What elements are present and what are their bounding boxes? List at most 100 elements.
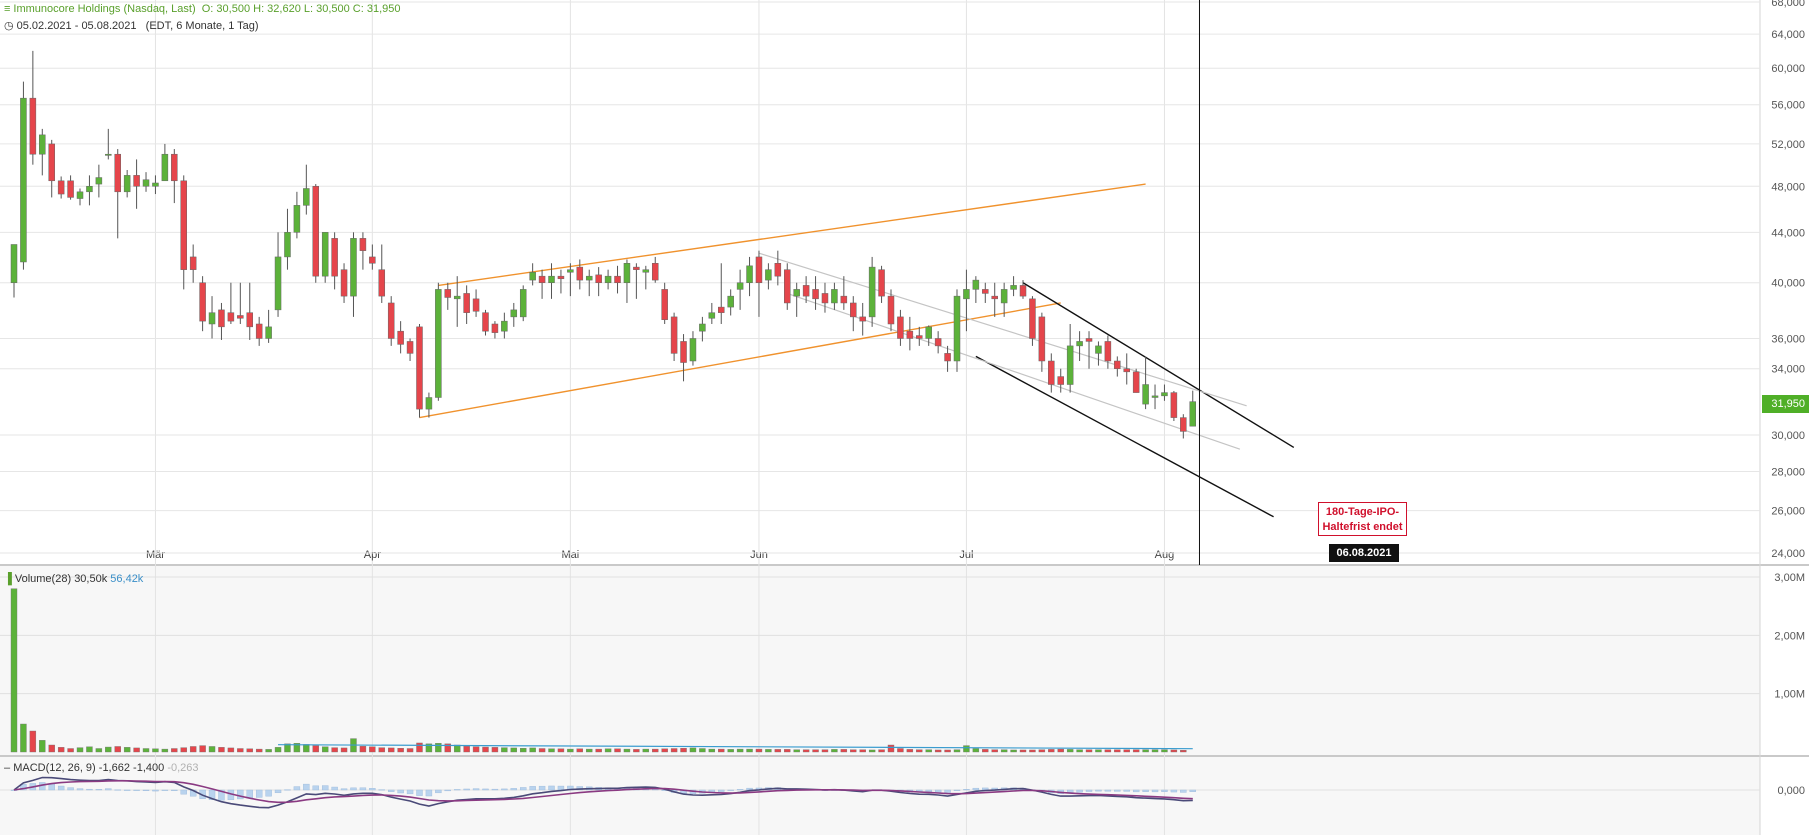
candle-body xyxy=(406,341,414,354)
y-tick-label: 30,000 xyxy=(1771,430,1805,442)
macd-header[interactable]: ‒ MACD(12, 26, 9) -1,662 -1,400 -0,263 xyxy=(4,762,199,774)
y-tick-label: 48,000 xyxy=(1771,181,1805,193)
candle xyxy=(171,149,178,204)
trendline-orange xyxy=(419,302,1061,419)
macd-histogram-bar xyxy=(1151,789,1159,793)
candle xyxy=(161,143,169,182)
candle xyxy=(1038,312,1046,372)
candle-body xyxy=(1066,345,1074,385)
candle-body xyxy=(57,180,65,195)
volume-bar xyxy=(246,748,253,753)
ohlc-values: O: 30,500 H: 32,620 L: 30,500 C: 31,950 xyxy=(201,3,401,15)
candle xyxy=(906,316,914,351)
trendline-black xyxy=(975,355,1274,518)
candle-body xyxy=(293,205,301,233)
volume-bar xyxy=(586,748,593,753)
candle xyxy=(963,269,970,332)
candle-body xyxy=(133,175,140,187)
candle xyxy=(416,323,423,418)
macd-histogram-bar xyxy=(321,785,329,791)
volume-header[interactable]: ▐ Volume(28) 30,50k 56,42k xyxy=(4,573,143,585)
macd-histogram-bar xyxy=(548,785,555,791)
volume-bar xyxy=(105,746,112,753)
macd-histogram-bar xyxy=(934,789,942,793)
y-tick-label: 68,000 xyxy=(1771,0,1805,9)
candle xyxy=(1010,276,1017,297)
candle-body xyxy=(312,186,320,277)
volume-bar xyxy=(1132,749,1140,753)
macd-histogram-bar xyxy=(86,788,93,791)
candle xyxy=(699,316,706,342)
candle-body xyxy=(39,134,46,155)
volume-bar xyxy=(652,748,659,753)
range-meta: (EDT, 6 Monate, 1 Tag) xyxy=(145,20,259,32)
candle xyxy=(765,263,772,290)
volume-bar xyxy=(57,747,65,753)
volume-bar xyxy=(482,746,489,753)
volume-bar xyxy=(39,740,46,753)
candle xyxy=(840,276,848,310)
macd-histogram-bar xyxy=(463,788,470,791)
candle-body xyxy=(1057,376,1064,385)
candle xyxy=(208,296,216,339)
candle-body xyxy=(727,295,734,308)
volume-bar xyxy=(142,748,150,753)
volume-bar xyxy=(520,748,527,753)
candle-body xyxy=(387,302,395,339)
candle-body xyxy=(416,326,423,410)
candle-body xyxy=(425,397,433,410)
candle xyxy=(689,331,697,366)
candle-body xyxy=(991,295,998,300)
clock-icon: ◷ xyxy=(4,20,14,32)
candle-body xyxy=(850,302,857,318)
volume-bar xyxy=(491,747,499,753)
ipo-lockup-annotation[interactable]: 180-Tage-IPO- Haltefrist endet xyxy=(1318,502,1407,536)
candle xyxy=(680,334,687,382)
crosshair-date-label: 06.08.2021 xyxy=(1329,544,1399,562)
volume-bar xyxy=(727,749,734,753)
macd-histogram-bar xyxy=(142,789,150,791)
candle-body xyxy=(321,232,329,277)
candle-body xyxy=(284,232,291,258)
candle xyxy=(604,269,612,290)
candle-body xyxy=(585,275,593,281)
volume-bar xyxy=(378,747,385,753)
macd-histogram-bar xyxy=(406,789,414,795)
volume-bar xyxy=(321,746,329,753)
candle xyxy=(755,250,763,317)
candle xyxy=(284,208,291,270)
macd-hist-value: -0,263 xyxy=(167,762,199,774)
macd-value: -1,662 xyxy=(98,762,130,774)
candle-body xyxy=(614,275,621,283)
y-tick-label: 44,000 xyxy=(1771,227,1805,239)
candle xyxy=(435,282,442,401)
candle-body xyxy=(746,265,753,283)
candle xyxy=(793,282,800,317)
macd-histogram-bar xyxy=(944,789,951,793)
volume-bar xyxy=(736,748,744,753)
volume-bar xyxy=(406,748,414,753)
candle-body xyxy=(227,312,235,322)
candlestick-chart[interactable]: Mär Apr Mai Jun Jul Aug 24,000 26,000 28,000 30,0… xyxy=(0,0,1809,835)
candle-body xyxy=(76,191,84,199)
candle xyxy=(387,296,395,346)
volume-bar xyxy=(642,748,650,753)
candle xyxy=(736,269,744,310)
volume-bar xyxy=(1010,749,1017,753)
macd-histogram-bar xyxy=(1170,789,1178,793)
y-tick-label: 60,000 xyxy=(1771,63,1805,75)
candle xyxy=(708,302,716,324)
macd-histogram-bar xyxy=(557,785,565,791)
candle xyxy=(1142,356,1149,410)
candle-body xyxy=(152,182,159,187)
volume-bar xyxy=(840,749,848,753)
candle-body xyxy=(708,312,716,319)
candle xyxy=(274,232,282,317)
y-tick-label: 28,000 xyxy=(1771,466,1805,478)
candle-body xyxy=(831,289,838,304)
y-tick-label: 36,000 xyxy=(1771,333,1805,345)
candle xyxy=(614,265,621,294)
macd-histogram-bar xyxy=(76,788,84,791)
candle-body xyxy=(369,256,376,264)
volume-bar xyxy=(802,749,810,753)
